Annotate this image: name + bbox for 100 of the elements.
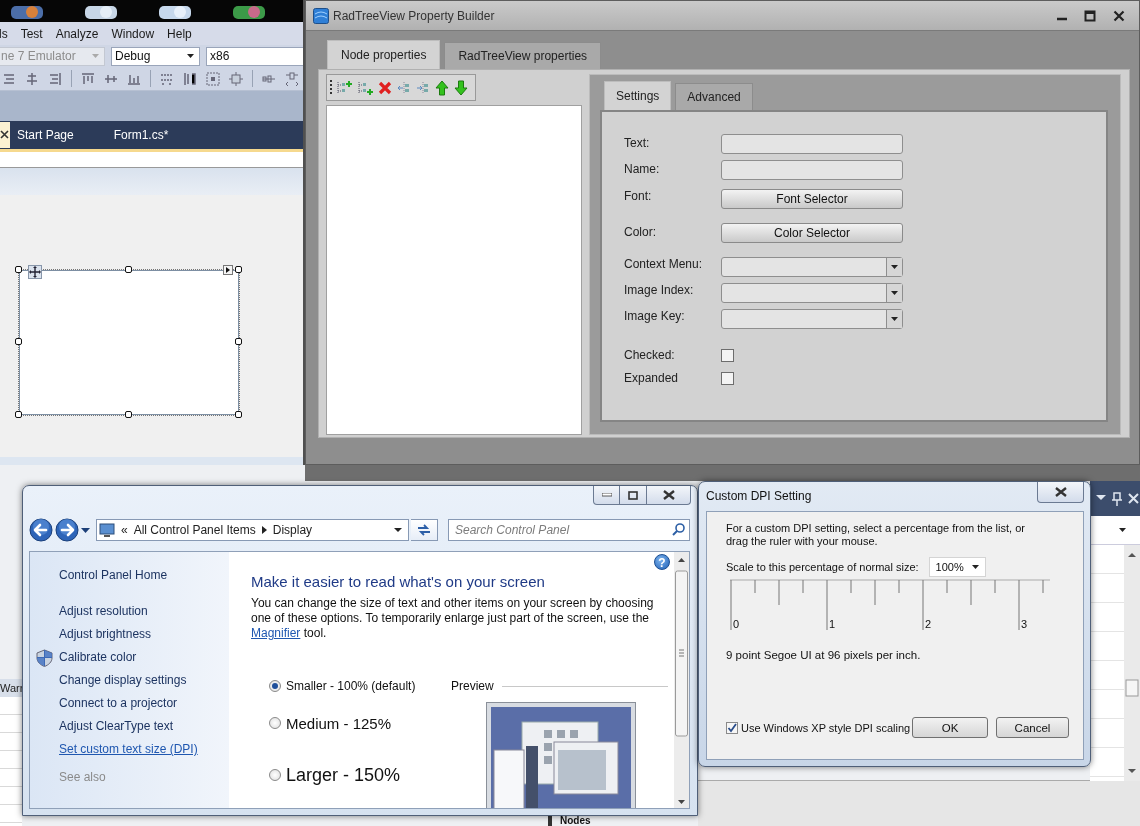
menu-item[interactable]: Window — [111, 26, 155, 41]
breadcrumb-item[interactable]: Display — [272, 523, 313, 537]
menu-item[interactable]: Help — [167, 26, 192, 41]
close-icon[interactable] — [662, 490, 675, 500]
checkbox[interactable] — [721, 372, 734, 385]
menu-item[interactable]: Test — [20, 26, 43, 41]
forward-button[interactable] — [55, 518, 79, 542]
sidebar-link[interactable]: Change display settings — [59, 669, 229, 692]
sidebar-link[interactable]: Adjust resolution — [59, 600, 229, 623]
close-button[interactable] — [1037, 482, 1084, 503]
app-icon — [313, 7, 329, 24]
sidebar-link[interactable]: Control Panel Home — [59, 564, 229, 587]
caret-icon[interactable] — [1119, 528, 1126, 533]
pin-icon[interactable] — [1112, 491, 1122, 506]
resize-handle[interactable] — [235, 338, 242, 345]
taskbar-icon[interactable] — [10, 3, 44, 19]
tab[interactable]: Advanced — [675, 83, 753, 110]
document-tab[interactable]: Start Page — [10, 122, 74, 148]
delete-icon[interactable] — [377, 79, 393, 96]
resize-handle[interactable] — [235, 266, 242, 273]
selector-button[interactable]: Color Selector — [721, 223, 903, 243]
taskbar-icon[interactable] — [84, 3, 118, 19]
radio-button[interactable] — [269, 717, 281, 729]
maximize-button[interactable] — [620, 486, 647, 505]
close-icon[interactable] — [0, 122, 10, 148]
maximize-icon[interactable] — [628, 490, 638, 500]
text-field[interactable] — [721, 160, 903, 180]
tab[interactable]: RadTreeView properties — [444, 42, 602, 69]
dropdown-button[interactable] — [886, 310, 902, 328]
caret-icon[interactable] — [891, 265, 898, 269]
tab[interactable]: Settings — [604, 81, 672, 110]
option-label: Medium - 125% — [286, 714, 392, 732]
sidebar-link[interactable]: Adjust brightness — [59, 623, 229, 646]
smart-tag-icon[interactable] — [223, 265, 233, 275]
radio-button[interactable] — [269, 680, 281, 692]
sidebar-link[interactable]: Adjust ClearType text — [59, 715, 229, 738]
intro-text: You can change the size of text and other items on your screen by choosing one of these options. To temporarily enlarge just part of the screen, use the Magnifier tool. — [251, 596, 655, 641]
checkbox[interactable] — [721, 349, 734, 362]
dialog-button[interactable]: OK — [912, 717, 988, 738]
up-arrow-icon[interactable] — [434, 79, 450, 96]
scrollbar[interactable] — [1124, 545, 1140, 781]
add-node-icon[interactable] — [335, 79, 353, 96]
dialog-button[interactable]: Cancel — [996, 717, 1069, 738]
align-icon[interactable] — [183, 71, 197, 86]
minimize-button[interactable] — [593, 486, 620, 505]
menu-item[interactable]: ls — [0, 26, 8, 41]
resize-handle[interactable] — [15, 266, 22, 273]
text-field[interactable]: x86 — [206, 46, 303, 66]
ruler-label: 2 — [924, 618, 933, 631]
dropdown[interactable]: Debug — [111, 46, 200, 66]
dropdown-arrow-icon[interactable] — [1096, 494, 1106, 503]
section-header: See also — [59, 769, 107, 786]
document-tab[interactable]: Form1.cs* — [106, 122, 169, 148]
resize-handle[interactable] — [15, 411, 22, 418]
magnifier-link[interactable]: Magnifier — [251, 626, 301, 640]
breadcrumb-item[interactable]: All Control Panel Items — [133, 523, 256, 537]
address-bar[interactable]: « All Control Panel Items Display — [96, 519, 410, 541]
selector-button[interactable]: Font Selector — [721, 189, 903, 209]
close-icon[interactable] — [1054, 487, 1067, 497]
close-button[interactable] — [647, 486, 691, 505]
caret-icon[interactable] — [891, 291, 898, 295]
checkmark-icon — [727, 722, 737, 733]
grip-handle[interactable] — [330, 80, 332, 95]
back-button[interactable] — [29, 518, 53, 542]
scale-dropdown[interactable]: 100% — [928, 557, 986, 577]
dropdown-arrow-icon[interactable] — [81, 527, 90, 533]
caret-icon[interactable] — [971, 565, 979, 569]
radio-button[interactable] — [269, 769, 281, 781]
breadcrumb-arrow-icon[interactable] — [261, 526, 267, 534]
caret-icon[interactable] — [187, 54, 194, 58]
caret-icon[interactable] — [891, 317, 898, 321]
field-label: Image Key: — [624, 309, 686, 323]
menu-item[interactable]: Analyze — [55, 26, 99, 41]
checkbox[interactable] — [726, 721, 738, 734]
resize-handle[interactable] — [15, 338, 22, 345]
close-icon[interactable] — [1113, 9, 1125, 22]
option-label: Smaller - 100% (default) — [286, 679, 416, 693]
scrollbar[interactable] — [674, 552, 689, 808]
refresh-icon[interactable] — [416, 523, 433, 537]
sidebar-link[interactable]: Calibrate color — [59, 646, 137, 669]
sidebar-link[interactable]: Connect to a projector — [59, 692, 229, 715]
taskbar-icon[interactable] — [158, 3, 192, 19]
maximize-icon[interactable] — [1084, 9, 1096, 22]
minimize-icon[interactable] — [601, 493, 612, 497]
move-icon[interactable] — [28, 265, 42, 279]
dropdown-button[interactable] — [886, 284, 902, 302]
resize-handle[interactable] — [125, 266, 132, 273]
resize-handle[interactable] — [235, 411, 242, 418]
dropdown-arrow-icon[interactable] — [394, 528, 403, 532]
sidebar-link[interactable]: Set custom text size (DPI) — [59, 738, 229, 761]
search-field[interactable]: Search Control Panel — [448, 519, 690, 541]
resize-handle[interactable] — [125, 411, 132, 418]
overflow-chevron[interactable]: « — [121, 523, 128, 537]
down-arrow-icon[interactable] — [453, 79, 469, 96]
tab[interactable]: Node properties — [327, 40, 441, 69]
text-field[interactable] — [721, 134, 903, 154]
search-icon[interactable] — [672, 523, 685, 536]
dropdown-button[interactable] — [886, 258, 902, 276]
field-label: Color: — [624, 224, 657, 239]
refresh-button[interactable] — [411, 519, 438, 541]
